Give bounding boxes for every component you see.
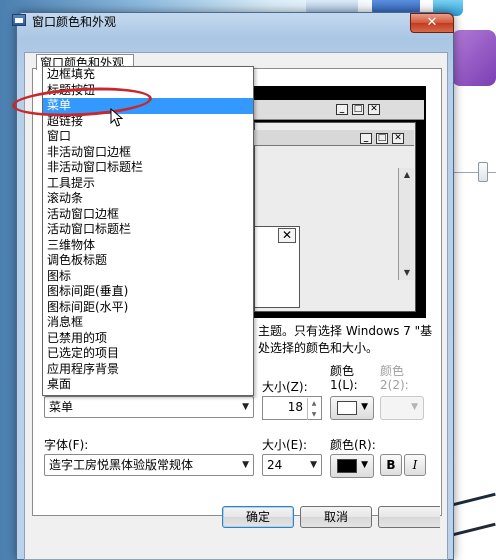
chevron-down-icon: ▼: [361, 460, 368, 470]
list-item[interactable]: 应用程序背景: [43, 362, 253, 378]
item-size-stepper[interactable]: 18 ▲ ▼: [262, 396, 322, 420]
close-button[interactable]: ✕: [410, 13, 454, 33]
preview-scroll-down-icon: ▼: [403, 268, 411, 277]
font-size-label: 大小(E):: [262, 438, 307, 452]
background-slider-track: [448, 172, 496, 173]
item-color2-button[interactable]: ▼: [380, 396, 424, 420]
item-color2-label-key: 2(2):: [380, 378, 409, 392]
list-item[interactable]: 已选定的项目: [43, 346, 253, 362]
cancel-button[interactable]: 取消: [300, 506, 372, 528]
list-item[interactable]: 已禁用的项: [43, 331, 253, 347]
apply-button[interactable]: [378, 506, 440, 528]
list-item[interactable]: 桌面: [43, 377, 253, 393]
font-color-swatch: [337, 459, 357, 473]
chevron-down-icon: ▼: [242, 460, 249, 470]
preview-close-icon: ✕: [368, 104, 380, 115]
chevron-down-icon: ▼: [242, 402, 249, 412]
list-item[interactable]: 三维物体: [43, 238, 253, 254]
chevron-down-icon: ▼: [411, 402, 418, 412]
preview-close-icon: ✕: [392, 133, 404, 144]
preview-maximize-icon: □: [376, 133, 388, 144]
item-select-value: 菜单: [49, 400, 74, 414]
preview-scrollbar: ▲ ▼: [398, 168, 414, 280]
preview-scroll-up-icon: ▲: [403, 170, 411, 179]
chevron-down-icon: ▼: [310, 460, 317, 470]
item-color1-swatch: [337, 401, 357, 415]
item-size-value: 18: [287, 400, 303, 414]
background-theme-swatch: [452, 30, 496, 86]
preview-message-close-icon: ✕: [278, 228, 296, 243]
item-color2-label: 颜色: [380, 364, 405, 378]
spin-down-icon[interactable]: ▼: [308, 409, 320, 420]
font-size-select[interactable]: 24 ▼: [262, 454, 322, 476]
description-line-2: 处选择的颜色和大小。: [258, 341, 379, 355]
font-label: 字体(F):: [44, 438, 89, 452]
window-icon: [12, 14, 26, 26]
list-item[interactable]: 图标间距(水平): [43, 300, 253, 316]
italic-button[interactable]: I: [404, 454, 426, 476]
preview-inactive-title-bar: [254, 130, 414, 146]
font-size-value: 24: [267, 458, 283, 472]
window-title: 窗口颜色和外观: [32, 15, 117, 29]
ok-button[interactable]: 确定: [222, 506, 294, 528]
list-item[interactable]: 调色板标题: [43, 253, 253, 269]
list-item[interactable]: 非活动窗口标题栏: [43, 160, 253, 176]
spin-up-icon[interactable]: ▲: [308, 398, 320, 409]
list-item[interactable]: 非活动窗口边框: [43, 145, 253, 161]
list-item[interactable]: 滚动条: [43, 191, 253, 207]
preview-minimize-icon: _: [336, 104, 348, 115]
chevron-down-icon: ▼: [361, 402, 368, 412]
list-item[interactable]: 活动窗口标题栏: [43, 222, 253, 238]
description-line-1: 主题。只有选择 Windows 7 "基: [258, 324, 433, 338]
list-item[interactable]: 窗口: [43, 129, 253, 145]
preview-minimize-icon: _: [360, 133, 372, 144]
font-color-label: 颜色(R):: [330, 438, 376, 452]
mouse-pointer-icon: [110, 108, 124, 127]
font-select-value: 造字工房悦黑体验版常规体: [49, 458, 194, 472]
font-color-button[interactable]: ▼: [330, 454, 374, 478]
list-item[interactable]: 边框填充: [43, 67, 253, 83]
background-slider-thumb: [478, 162, 488, 182]
item-color1-label-key: 1(L):: [330, 378, 358, 392]
font-select[interactable]: 造字工房悦黑体验版常规体 ▼: [44, 454, 254, 476]
preview-maximize-icon: □: [352, 104, 364, 115]
item-color1-label: 颜色: [330, 364, 355, 378]
list-item[interactable]: 图标: [43, 269, 253, 285]
list-item[interactable]: 工具提示: [43, 176, 253, 192]
list-item[interactable]: 消息框: [43, 315, 253, 331]
item-select[interactable]: 菜单 ▼: [44, 396, 254, 418]
list-item[interactable]: 图标间距(垂直): [43, 284, 253, 300]
item-color1-button[interactable]: ▼: [330, 396, 374, 420]
bold-button[interactable]: B: [380, 454, 402, 476]
item-size-label: 大小(Z):: [262, 380, 308, 394]
list-item[interactable]: 活动窗口边框: [43, 207, 253, 223]
